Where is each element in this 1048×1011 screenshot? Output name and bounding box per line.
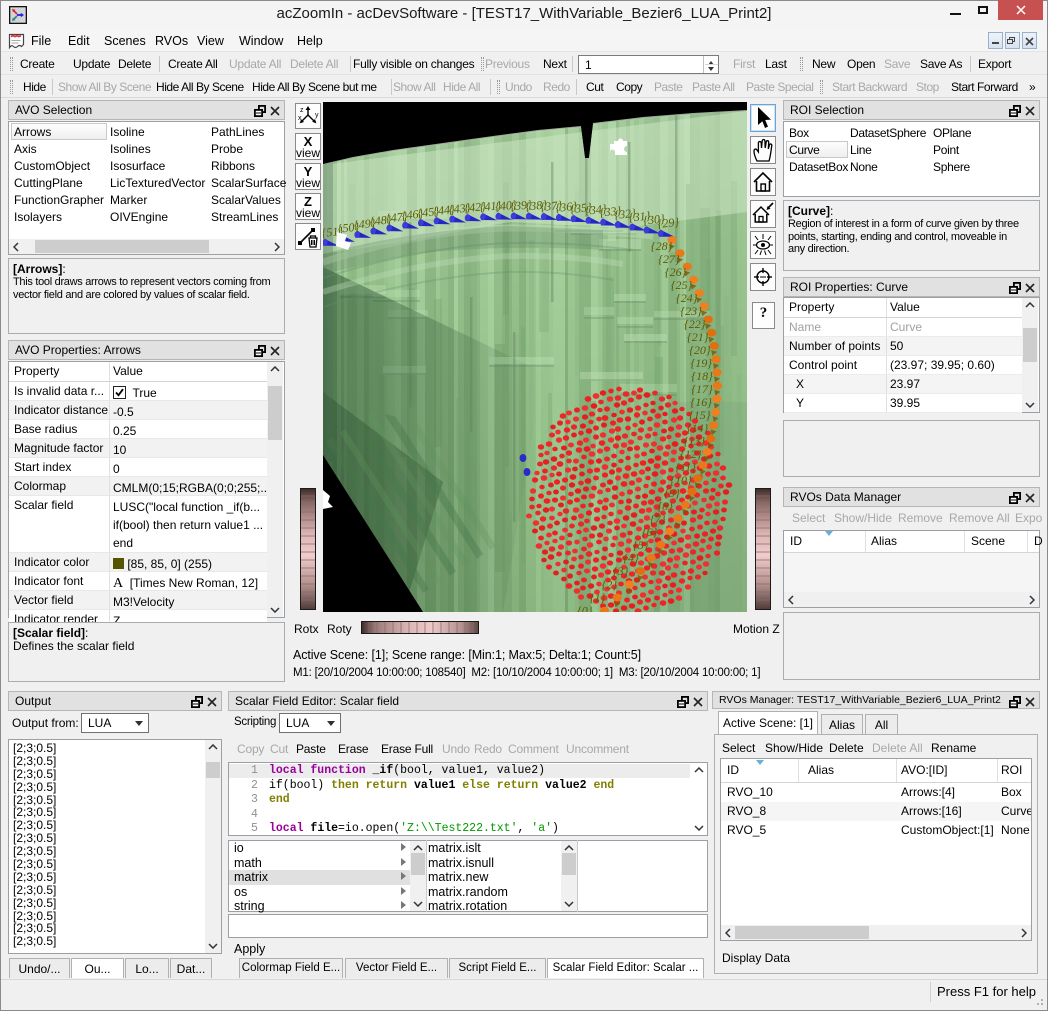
svg-text:{22}: {22} [684, 317, 706, 331]
svg-text:{12}: {12} [680, 447, 702, 461]
svg-text:{19}: {19} [691, 356, 713, 370]
svg-text:{7}: {7} [650, 512, 666, 526]
svg-text:{11}: {11} [675, 460, 696, 474]
svg-text:{26}: {26} [665, 265, 687, 279]
svg-text:{2}: {2} [602, 577, 618, 591]
svg-text:{24}: {24} [676, 291, 698, 305]
svg-text:{25}: {25} [671, 278, 693, 292]
svg-text:{29}: {29} [657, 215, 680, 231]
svg-text:{18}: {18} [691, 369, 713, 383]
svg-text:{10}: {10} [670, 473, 692, 487]
svg-text:{15}: {15} [689, 408, 711, 422]
svg-text:{23}: {23} [680, 304, 702, 318]
svg-text:{9}: {9} [664, 486, 680, 500]
svg-text:{13}: {13} [684, 434, 706, 448]
svg-text:z: z [300, 107, 304, 114]
svg-text:{21}: {21} [687, 330, 709, 344]
svg-text:{0}: {0} [577, 603, 593, 612]
svg-text:x: x [298, 115, 302, 122]
svg-text:{3}: {3} [613, 564, 629, 578]
svg-text:{27}: {27} [658, 252, 680, 266]
svg-text:{14}: {14} [687, 421, 709, 435]
svg-text:{17}: {17} [691, 382, 713, 396]
svg-text:{28}: {28} [651, 239, 673, 253]
svg-text:{16}: {16} [690, 395, 712, 409]
svg-text:{5}: {5} [633, 538, 649, 552]
svg-text:{4}: {4} [623, 551, 639, 565]
svg-text:{6}: {6} [642, 525, 658, 539]
svg-text:{1}: {1} [590, 590, 606, 604]
svg-text:{20}: {20} [689, 343, 711, 357]
svg-text:{8}: {8} [658, 499, 674, 513]
svg-text:y: y [315, 112, 319, 119]
